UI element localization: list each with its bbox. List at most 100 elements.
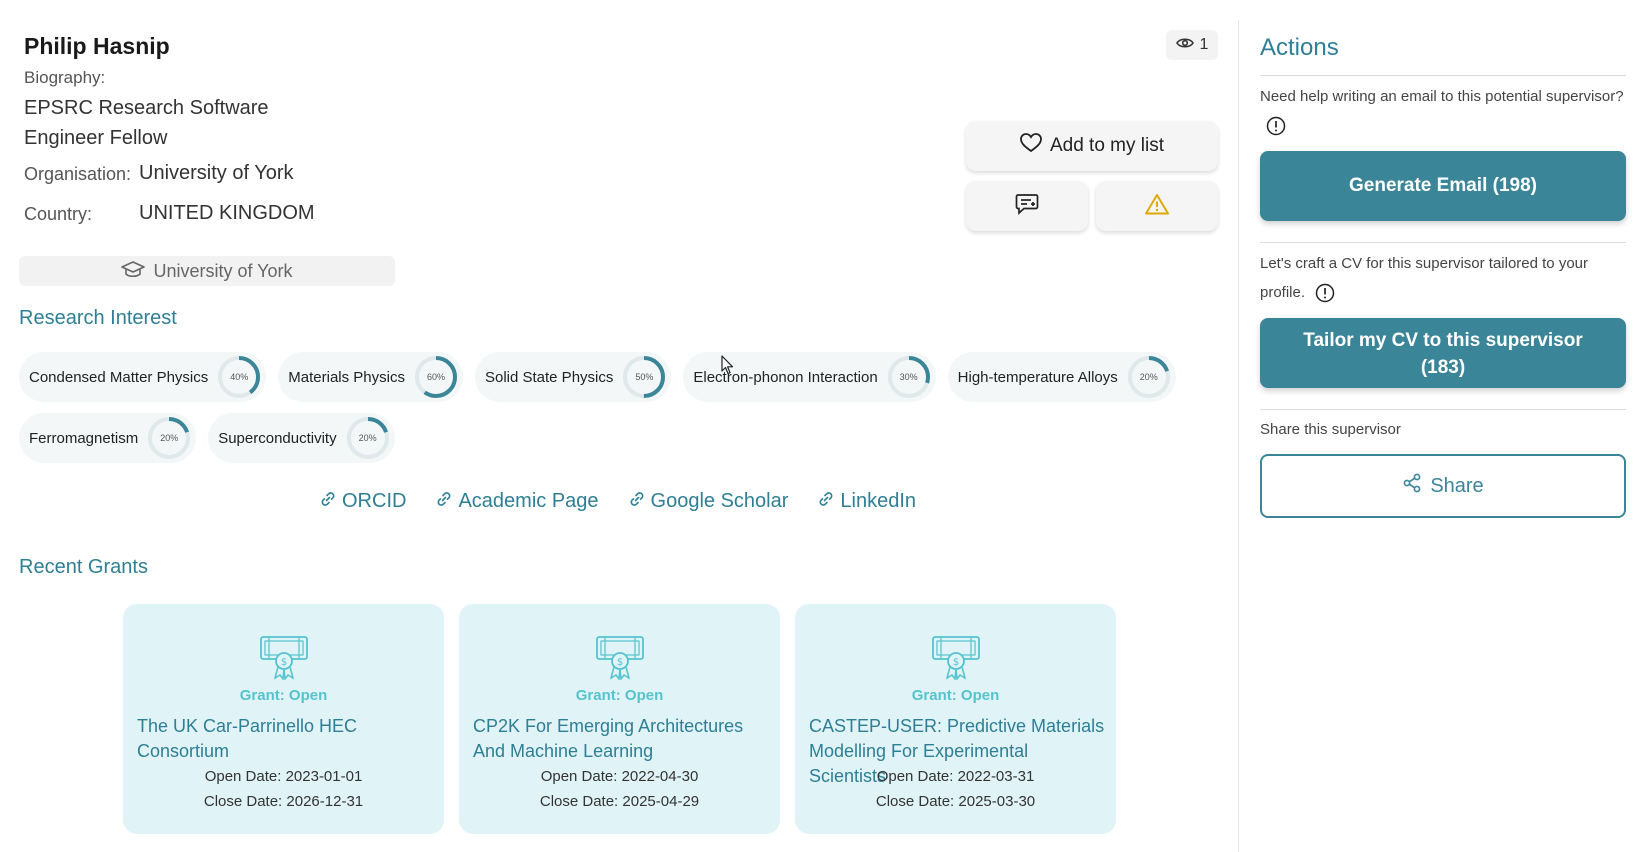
main-column: Philip Hasnip Biography: EPSRC Research …	[0, 0, 1235, 852]
interest-label: Materials Physics	[288, 368, 405, 386]
mouse-cursor-icon	[721, 355, 735, 380]
supervisor-profile-page: Philip Hasnip Biography: EPSRC Research …	[0, 0, 1648, 852]
interest-label: Superconductivity	[218, 429, 337, 447]
money-certificate-icon: $	[595, 634, 645, 685]
organisation-value: University of York	[139, 162, 294, 184]
grant-status: Grant: Open	[239, 687, 328, 704]
linkedin-link-label: LinkedIn	[840, 490, 917, 512]
tailor-cv-button[interactable]: Tailor my CV to this supervisor (183)	[1260, 318, 1626, 388]
research-interest-list: Condensed Matter Physics 40% Materials P…	[19, 352, 1199, 474]
academic-page-link-label: Academic Page	[458, 490, 599, 512]
share-icon	[1402, 473, 1422, 499]
comment-plus-icon	[1015, 193, 1039, 220]
eye-icon	[1175, 36, 1194, 54]
orcid-link-label: ORCID	[342, 490, 407, 512]
progress-ring: 30%	[886, 354, 932, 400]
profile-links: ORCID Academic Page Google Scholar Linke…	[320, 490, 916, 513]
progress-ring: 60%	[413, 354, 459, 400]
column-divider	[1238, 20, 1239, 852]
progress-ring: 50%	[621, 354, 667, 400]
link-icon	[320, 490, 336, 513]
interest-chip[interactable]: Superconductivity 20%	[208, 413, 395, 463]
university-badge-label: University of York	[153, 260, 293, 281]
interest-percent: 30%	[899, 372, 918, 382]
link-icon	[818, 490, 834, 513]
link-icon	[629, 490, 645, 513]
chip-row: Condensed Matter Physics 40% Materials P…	[19, 352, 1199, 402]
graduation-cap-icon	[121, 260, 146, 283]
interest-label: Solid State Physics	[484, 368, 614, 386]
svg-text:$: $	[281, 657, 287, 668]
grant-status: Grant: Open	[911, 687, 1000, 704]
interest-label: Condensed Matter Physics	[29, 368, 209, 386]
interest-percent: 50%	[635, 372, 654, 382]
biography-text: EPSRC Research Software Engineer Fellow	[24, 97, 269, 149]
heart-icon	[1020, 133, 1042, 159]
add-to-list-button[interactable]: Add to my list	[966, 121, 1218, 171]
interest-chip[interactable]: Solid State Physics 50%	[474, 352, 672, 402]
svg-text:$: $	[953, 657, 959, 668]
grant-title[interactable]: CP2K For Emerging Architectures And Mach…	[473, 714, 773, 764]
interest-chip[interactable]: High-temperature Alloys 20%	[947, 352, 1176, 402]
grant-card[interactable]: $ Grant: Open CASTEP-USER: Predictive Ma…	[795, 604, 1116, 834]
grant-open-date: Open Date: 2022-04-30	[540, 768, 699, 785]
cv-help-text: Let's craft a CV for this supervisor tai…	[1260, 249, 1626, 307]
grant-status: Grant: Open	[575, 687, 664, 704]
grant-card[interactable]: $ Grant: Open CP2K For Emerging Architec…	[459, 604, 780, 834]
grant-close-date: Close Date: 2026-12-31	[203, 793, 364, 810]
progress-ring: 20%	[146, 415, 192, 461]
university-badge: University of York	[19, 256, 395, 286]
academic-page-link[interactable]: Academic Page	[436, 490, 599, 513]
share-button[interactable]: Share	[1260, 454, 1626, 518]
divider	[1260, 409, 1626, 410]
add-comment-button[interactable]	[966, 181, 1088, 231]
interest-percent: 40%	[230, 372, 249, 382]
progress-ring: 20%	[1126, 354, 1172, 400]
grants-list: $ Grant: Open The UK Car-Parrinello HEC …	[123, 604, 1116, 834]
orcid-link[interactable]: ORCID	[320, 490, 406, 513]
money-certificate-icon: $	[931, 634, 981, 685]
email-help-text: Need help writing an email to this poten…	[1260, 82, 1626, 140]
interest-chip[interactable]: Condensed Matter Physics 40%	[19, 352, 267, 402]
chip-row: Ferromagnetism 20% Superconductivity 20%	[19, 413, 1199, 463]
research-interest-title: Research Interest	[19, 307, 177, 329]
svg-text:$: $	[617, 657, 623, 668]
warning-icon	[1145, 193, 1169, 220]
country-value: UNITED KINGDOM	[139, 202, 315, 224]
grant-open-date: Open Date: 2022-03-31	[876, 768, 1035, 785]
organisation-label: Organisation:	[24, 164, 132, 184]
divider	[1260, 75, 1626, 76]
tailor-cv-count: (183)	[1420, 357, 1466, 378]
actions-title: Actions	[1260, 34, 1339, 61]
interest-label: Ferromagnetism	[29, 429, 139, 447]
info-icon[interactable]	[1266, 116, 1286, 136]
linkedin-link[interactable]: LinkedIn	[818, 490, 916, 513]
progress-ring: 40%	[216, 354, 262, 400]
generate-email-button[interactable]: Generate Email (198)	[1260, 151, 1626, 221]
grant-close-date: Close Date: 2025-04-29	[539, 793, 700, 810]
country-label: Country:	[24, 204, 93, 224]
interest-percent: 20%	[358, 433, 377, 443]
grant-title[interactable]: The UK Car-Parrinello HEC Consortium	[137, 714, 437, 764]
view-count: 1	[1199, 36, 1209, 53]
report-button[interactable]	[1096, 181, 1218, 231]
grant-open-date: Open Date: 2023-01-01	[204, 768, 363, 785]
interest-percent: 60%	[426, 372, 445, 382]
divider	[1260, 242, 1626, 243]
interest-chip[interactable]: Materials Physics 60%	[278, 352, 463, 402]
supervisor-name: Philip Hasnip	[24, 33, 170, 59]
interest-percent: 20%	[160, 433, 179, 443]
google-scholar-link[interactable]: Google Scholar	[629, 490, 788, 513]
email-help-label: Need help writing an email to this poten…	[1260, 88, 1624, 105]
recent-grants-title: Recent Grants	[19, 556, 148, 578]
info-icon[interactable]	[1315, 283, 1335, 303]
interest-label: High-temperature Alloys	[957, 368, 1118, 386]
grant-close-date: Close Date: 2025-03-30	[875, 793, 1036, 810]
add-to-list-label: Add to my list	[1049, 135, 1165, 156]
grant-card[interactable]: $ Grant: Open The UK Car-Parrinello HEC …	[123, 604, 444, 834]
share-button-label: Share	[1430, 474, 1484, 497]
interest-chip[interactable]: Ferromagnetism 20%	[19, 413, 197, 463]
tailor-cv-label: Tailor my CV to this supervisor	[1303, 330, 1583, 351]
view-count-badge: 1	[1166, 30, 1218, 60]
interest-percent: 20%	[1139, 372, 1158, 382]
